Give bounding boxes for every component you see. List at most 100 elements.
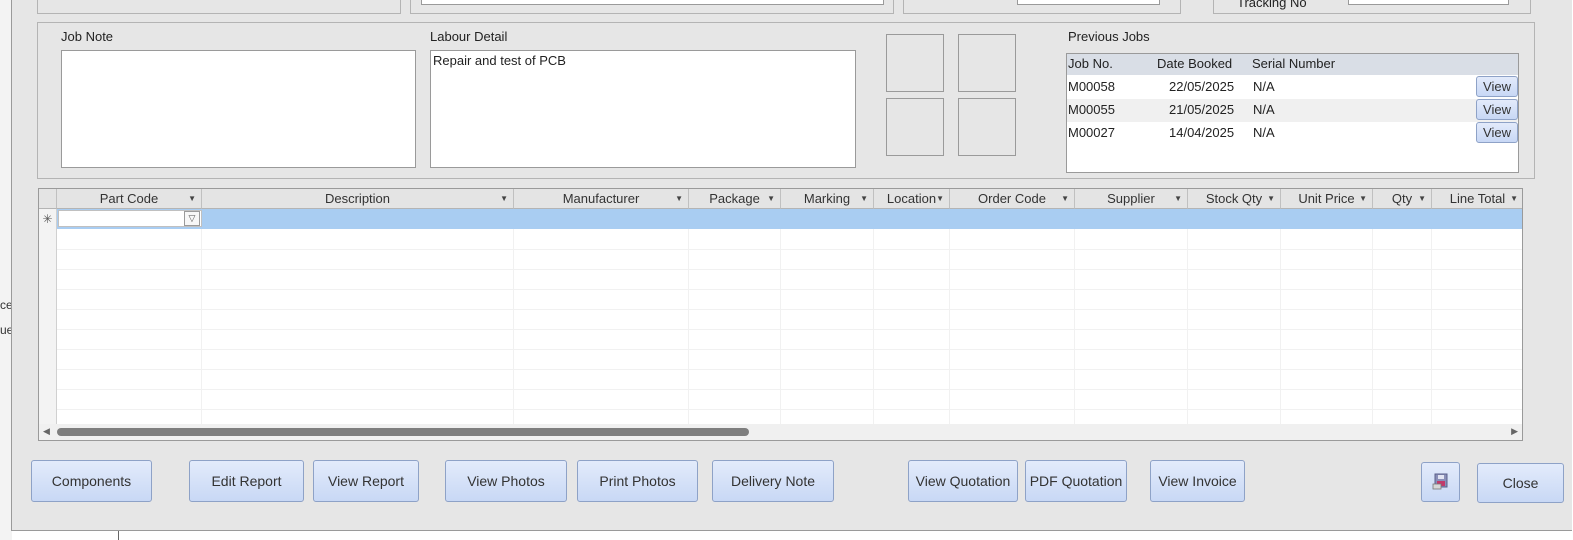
top-input[interactable] xyxy=(1017,0,1160,5)
divider xyxy=(201,229,202,424)
save-button[interactable] xyxy=(1421,462,1460,502)
divider xyxy=(1431,229,1432,424)
column-header-label: Location xyxy=(886,191,937,206)
sort-arrow-icon[interactable]: ▼ xyxy=(767,189,775,208)
top-input[interactable] xyxy=(421,0,884,5)
view-report-button[interactable]: View Report xyxy=(313,460,419,502)
sort-arrow-icon[interactable]: ▼ xyxy=(936,189,944,208)
photo-slot[interactable] xyxy=(886,98,944,156)
print-photos-button[interactable]: Print Photos xyxy=(577,460,698,502)
column-header-label: Marking xyxy=(803,191,851,206)
sort-arrow-icon[interactable]: ▼ xyxy=(1510,189,1518,208)
new-record-row[interactable] xyxy=(57,209,1522,229)
sort-arrow-icon[interactable]: ▼ xyxy=(1174,189,1182,208)
sort-arrow-icon[interactable]: ▼ xyxy=(1267,189,1275,208)
job-number: M00058 xyxy=(1068,79,1115,94)
column-header-label: Manufacturer xyxy=(562,191,640,206)
divider xyxy=(57,289,1522,290)
photo-slot[interactable] xyxy=(886,34,944,92)
new-record-selector[interactable]: ✳ xyxy=(39,209,57,229)
column-header-label: Unit Price xyxy=(1298,191,1355,206)
part-code-combo[interactable]: ▽ xyxy=(58,210,202,227)
previous-jobs-header: Job No. Date Booked Serial Number xyxy=(1067,54,1518,75)
tracking-input[interactable] xyxy=(1348,0,1509,5)
divider xyxy=(688,229,689,424)
column-header-label: Stock Qty xyxy=(1205,191,1263,206)
date-booked: 21/05/2025 xyxy=(1169,102,1235,117)
sort-arrow-icon[interactable]: ▼ xyxy=(1061,189,1069,208)
serial-number: N/A xyxy=(1253,102,1275,117)
pdf-quotation-button[interactable]: PDF Quotation xyxy=(1025,460,1127,502)
scrollbar-thumb[interactable] xyxy=(57,428,749,436)
divider xyxy=(1372,229,1373,424)
divider xyxy=(1280,229,1281,424)
job-number: M00027 xyxy=(1068,125,1115,140)
column-header-label: Qty xyxy=(1391,191,1413,206)
photo-slot[interactable] xyxy=(958,98,1016,156)
column-header: Date Booked xyxy=(1157,56,1233,71)
view-quotation-button[interactable]: View Quotation xyxy=(908,460,1018,502)
column-header-stock-qty[interactable]: Stock Qty ▼ xyxy=(1188,189,1281,209)
list-item: M00027 14/04/2025 N/A View xyxy=(1067,122,1518,145)
divider xyxy=(57,409,1522,410)
scroll-right-icon[interactable]: ▶ xyxy=(1511,426,1518,437)
divider xyxy=(1074,229,1075,424)
sort-arrow-icon[interactable]: ▼ xyxy=(1418,189,1426,208)
column-header-label: Description xyxy=(324,191,391,206)
serial-number: N/A xyxy=(1253,79,1275,94)
date-booked: 22/05/2025 xyxy=(1169,79,1235,94)
divider xyxy=(513,229,514,424)
photo-slot[interactable] xyxy=(958,34,1016,92)
divider xyxy=(780,229,781,424)
view-invoice-button[interactable]: View Invoice xyxy=(1150,460,1245,502)
labour-detail-field[interactable]: Repair and test of PCB xyxy=(430,50,856,168)
list-item: M00055 21/05/2025 N/A View xyxy=(1067,99,1518,122)
scroll-left-icon[interactable]: ◀ xyxy=(43,426,50,437)
column-header-order-code[interactable]: Order Code ▼ xyxy=(950,189,1075,209)
column-header: Job No. xyxy=(1068,56,1113,71)
sort-arrow-icon[interactable]: ▼ xyxy=(860,189,868,208)
list-item: M00058 22/05/2025 N/A View xyxy=(1067,76,1518,99)
column-header-manufacturer[interactable]: Manufacturer ▼ xyxy=(514,189,689,209)
horizontal-scrollbar[interactable]: ◀ ▶ xyxy=(39,424,1522,440)
view-job-button[interactable]: View xyxy=(1476,99,1518,120)
sort-arrow-icon[interactable]: ▼ xyxy=(500,189,508,208)
column-header-unit-price[interactable]: Unit Price ▼ xyxy=(1281,189,1373,209)
view-job-button[interactable]: View xyxy=(1476,76,1518,97)
divider xyxy=(57,249,1522,250)
record-selector-column xyxy=(39,229,57,426)
column-header-part-code[interactable]: Part Code ▼ xyxy=(57,189,202,209)
chevron-down-icon[interactable]: ▽ xyxy=(184,211,200,226)
top-field-box xyxy=(410,0,894,14)
column-header-package[interactable]: Package ▼ xyxy=(689,189,781,209)
sort-arrow-icon[interactable]: ▼ xyxy=(1359,189,1367,208)
date-booked: 14/04/2025 xyxy=(1169,125,1235,140)
delivery-note-button[interactable]: Delivery Note xyxy=(712,460,834,502)
sort-arrow-icon[interactable]: ▼ xyxy=(188,189,196,208)
divider xyxy=(57,269,1522,270)
divider xyxy=(57,309,1522,310)
divider xyxy=(1187,229,1188,424)
column-header-line-total[interactable]: Line Total ▼ xyxy=(1432,189,1522,209)
sort-arrow-icon[interactable]: ▼ xyxy=(675,189,683,208)
divider xyxy=(949,229,950,424)
save-icon xyxy=(1432,473,1447,489)
edit-report-button[interactable]: Edit Report xyxy=(189,460,304,502)
column-header-location[interactable]: Location ▼ xyxy=(874,189,950,209)
column-header-supplier[interactable]: Supplier ▼ xyxy=(1075,189,1188,209)
job-form: Tracking No Job Note Labour Detail Repai… xyxy=(11,0,1572,531)
view-photos-button[interactable]: View Photos xyxy=(445,460,567,502)
view-job-button[interactable]: View xyxy=(1476,122,1518,143)
select-all-corner[interactable] xyxy=(39,189,57,209)
column-header-qty[interactable]: Qty ▼ xyxy=(1373,189,1432,209)
column-header-description[interactable]: Description ▼ xyxy=(202,189,514,209)
background-strip xyxy=(12,531,1573,540)
close-button[interactable]: Close xyxy=(1477,463,1564,503)
components-button[interactable]: Components xyxy=(31,460,152,502)
parts-grid: Part Code ▼ Description ▼ Manufacturer ▼ Pa… xyxy=(38,188,1523,441)
column-header-marking[interactable]: Marking ▼ xyxy=(781,189,874,209)
divider xyxy=(57,349,1522,350)
job-note-field[interactable] xyxy=(61,50,416,168)
previous-jobs-label: Previous Jobs xyxy=(1068,29,1150,44)
tracking-label: Tracking No xyxy=(1237,0,1307,10)
